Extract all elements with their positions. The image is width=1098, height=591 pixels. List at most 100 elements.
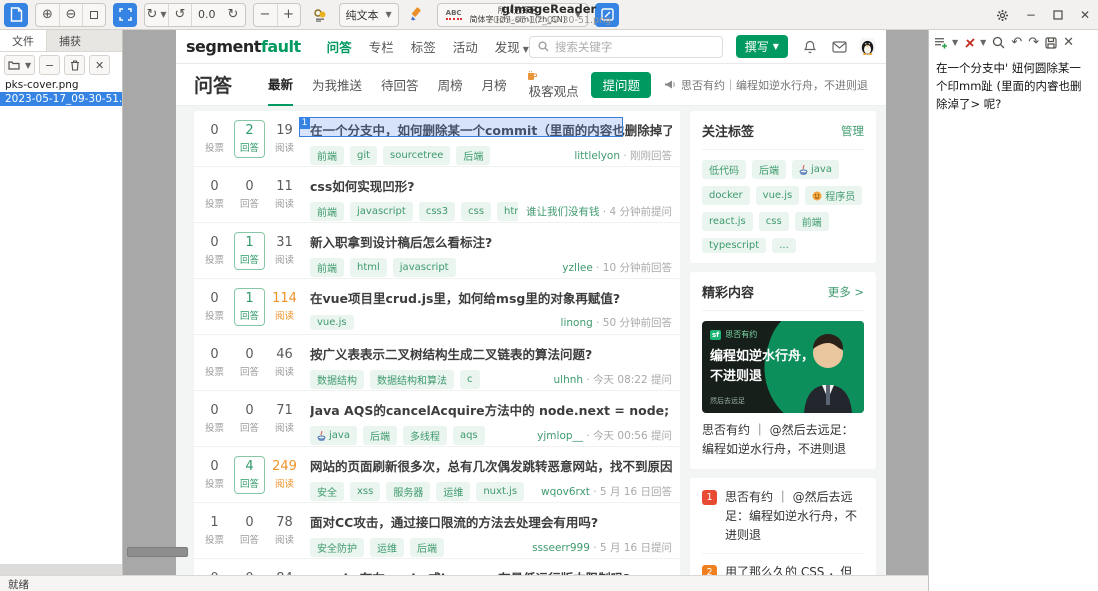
tag-chip-数据结构[interactable]: 数据结构 [310,370,364,389]
question-title[interactable]: 按广义表表示二叉树结构生成二叉链表的算法问题? [310,344,672,363]
find-replace-icon[interactable] [992,36,1005,49]
file-list-item[interactable]: 2023-05-17_09-30-51.png [0,92,122,106]
sf-nav-专栏[interactable]: 专栏 [369,37,394,56]
question-row[interactable]: 0投票4回答249阅读网站的页面刷新很多次，总有几次偶发跳转恶意网站，找不到原因… [194,447,680,503]
tag-chip-nuxt.js[interactable]: nuxt.js [476,482,524,501]
tag-chip-数据结构和算法[interactable]: 数据结构和算法 [370,370,454,389]
substitutions-dropdown[interactable]: ▼ [964,37,986,49]
tag-chip-docker[interactable]: docker [702,186,750,205]
tag-chip-运维[interactable]: 运维 [436,482,470,501]
clear-sources-button[interactable]: ✕ [89,55,110,75]
tag-chip-前端[interactable]: 前端 [310,258,344,277]
remove-source-button[interactable]: − [39,55,60,75]
sf-search-box[interactable]: 搜索关键字 [529,36,723,58]
sf-write-button[interactable]: 撰写 ▼ [736,35,788,58]
question-row[interactable]: 0投票0回答71阅读Java AQS的cancelAcquire方法中的 nod… [194,391,680,447]
tag-chip-程序员[interactable]: 程序员 [805,186,862,205]
sf-nav-问答[interactable]: 问答 [327,37,352,56]
tag-chip-css[interactable]: css [759,212,789,231]
rotate-mode-dropdown[interactable]: ↻▼ [145,3,168,27]
tag-chip-服务器[interactable]: 服务器 [386,482,430,501]
question-row[interactable]: 0投票0回答84阅读asm.js 有在 node 或browser有最低运行版本… [194,559,680,575]
question-title[interactable]: css如何实现凹形? [310,176,672,195]
sf-tab-待回答[interactable]: 待回答 [381,64,419,105]
tag-chip-前端[interactable]: 前端 [795,212,829,231]
ranked-item[interactable]: 2用了那么久的 CSS ，但你还是不懂它 [702,554,864,575]
tag-chip-java[interactable]: java [310,426,357,445]
tag-chip-前端[interactable]: 前端 [310,146,344,165]
tag-chip-c[interactable]: c [460,370,480,389]
notifications-bell-icon[interactable] [803,40,817,54]
zoom-original-button[interactable] [82,3,105,27]
question-row[interactable]: 0投票0回答46阅读按广义表表示二叉树结构生成二叉链表的算法问题?数据结构数据结… [194,335,680,391]
tag-chip-aqs[interactable]: aqs [453,426,485,445]
tag-chip-安全防护[interactable]: 安全防护 [310,538,364,557]
open-file-button[interactable]: ▼ [4,55,35,75]
ocr-mode-dropdown[interactable]: 纯文本 ▼ [339,3,399,27]
increment-button[interactable]: + [277,3,300,27]
sf-announcement[interactable]: 思否有约｜编程如逆水行舟，不进则退 [664,77,868,93]
ocr-output-text[interactable]: 在一个分支中' 妞何圆除某一个印mm趾 (里面的内睿也删除淖了> 呢? [929,55,1098,118]
recognize-language-dropdown[interactable]: ABC 所认选择区 简体字 [chi_sim] (zh_CN) ▼ [437,3,588,27]
question-row[interactable]: 1投票0回答78阅读面对CC攻击，通过接口限流的方法去处理会有用吗?安全防护运维… [194,503,680,559]
sf-ask-button[interactable]: 提问题 [591,72,651,98]
tag-chip-多线程[interactable]: 多线程 [403,426,447,445]
messages-mail-icon[interactable] [832,41,847,53]
zoom-fit-button[interactable] [113,3,137,27]
question-title[interactable]: 新入职拿到设计稿后怎么看标注? [310,232,672,251]
question-author[interactable]: linong [561,317,593,329]
sf-nav-标签[interactable]: 标签 [411,37,436,56]
append-mode-dropdown[interactable]: ▼ [934,36,958,49]
file-list-item[interactable]: pks-cover.png [0,78,122,92]
settings-gear-icon[interactable] [996,9,1009,22]
banner-caption[interactable]: 思否有约 ｜ @然后去远足：编程如逆水行舟，不进则退 [702,421,864,459]
more-link[interactable]: 更多 > [828,284,864,300]
tag-chip-css[interactable]: css [461,202,491,221]
tag-chip-vue.js[interactable]: vue.js [310,315,354,330]
sources-tab-files[interactable]: 文件 [0,30,47,51]
tag-chip-后端[interactable]: 后端 [456,146,490,165]
rotate-right-button[interactable]: ↻ [222,3,245,27]
close-button[interactable]: ✕ [1080,8,1090,22]
question-title[interactable]: 在vue项目里crud.js里，如何给msg里的对象再赋值? [310,288,672,307]
question-row[interactable]: 0投票2回答19阅读1在一个分支中，如何删除某一个commit（里面的内容也删除… [194,111,680,167]
manage-tags-link[interactable]: 管理 [841,123,864,139]
question-title[interactable]: Java AQS的cancelAcquire方法中的 node.next = n… [310,400,672,419]
tag-chip-sourcetree[interactable]: sourcetree [383,146,450,165]
sources-tab-capture[interactable]: 捕获 [47,30,93,51]
tag-chip-前端[interactable]: 前端 [310,202,344,221]
tag-chip-html[interactable]: html [497,202,518,221]
tag-chip-低代码[interactable]: 低代码 [702,160,746,179]
zoom-in-button[interactable]: ⊕ [36,3,59,27]
tag-chip-javascript[interactable]: javascript [350,202,413,221]
tag-chip-javascript[interactable]: javascript [393,258,456,277]
restore-button[interactable] [1053,10,1063,20]
question-author[interactable]: littlelyon [574,150,620,162]
question-title[interactable]: asm.js 有在 node 或browser有最低运行版本限制吗? [310,568,672,575]
tag-chip-vue.js[interactable]: vue.js [756,186,800,205]
close-output-icon[interactable]: ✕ [1063,35,1074,50]
sf-tab-极客观点[interactable]: 极客观点 [526,59,579,111]
sf-tab-月榜[interactable]: 月榜 [482,64,507,105]
sf-nav-发现[interactable]: 发现▼ [495,37,529,56]
undo-icon[interactable]: ↶ [1011,35,1022,50]
image-canvas[interactable]: segmentfault 问答专栏标签活动发现▼ 搜索关键字 撰写 ▼ 问答 最… [123,30,928,575]
zoom-out-button[interactable]: ⊖ [59,3,82,27]
tag-chip-react.js[interactable]: react.js [702,212,753,231]
question-row[interactable]: 0投票0回答11阅读css如何实现凹形?前端javascriptcss3cssh… [194,167,680,223]
tag-chip-css3[interactable]: css3 [419,202,455,221]
tag-chip-后端[interactable]: 后端 [410,538,444,557]
ranked-item[interactable]: 1思否有约 ｜ @然后去远足：编程如逆水行舟，不进则退 [702,479,864,554]
ocr-selection-box[interactable]: 1 [299,117,623,137]
tag-chip-运维[interactable]: 运维 [370,538,404,557]
sf-nav-活动[interactable]: 活动 [453,37,478,56]
tag-chip-安全[interactable]: 安全 [310,482,344,501]
redo-icon[interactable]: ↷ [1028,35,1039,50]
tag-chip-后端[interactable]: 后端 [363,426,397,445]
tag-chip-后端[interactable]: 后端 [752,160,786,179]
question-author[interactable]: yjmlop__ [537,430,583,442]
recognize-button[interactable] [595,3,619,27]
featured-banner[interactable]: sf 思否有约 编程如逆水行舟， 不进则退 然后去远足 [702,321,864,413]
tag-chip-html[interactable]: html [350,258,387,277]
image-controls-button[interactable] [308,3,332,27]
